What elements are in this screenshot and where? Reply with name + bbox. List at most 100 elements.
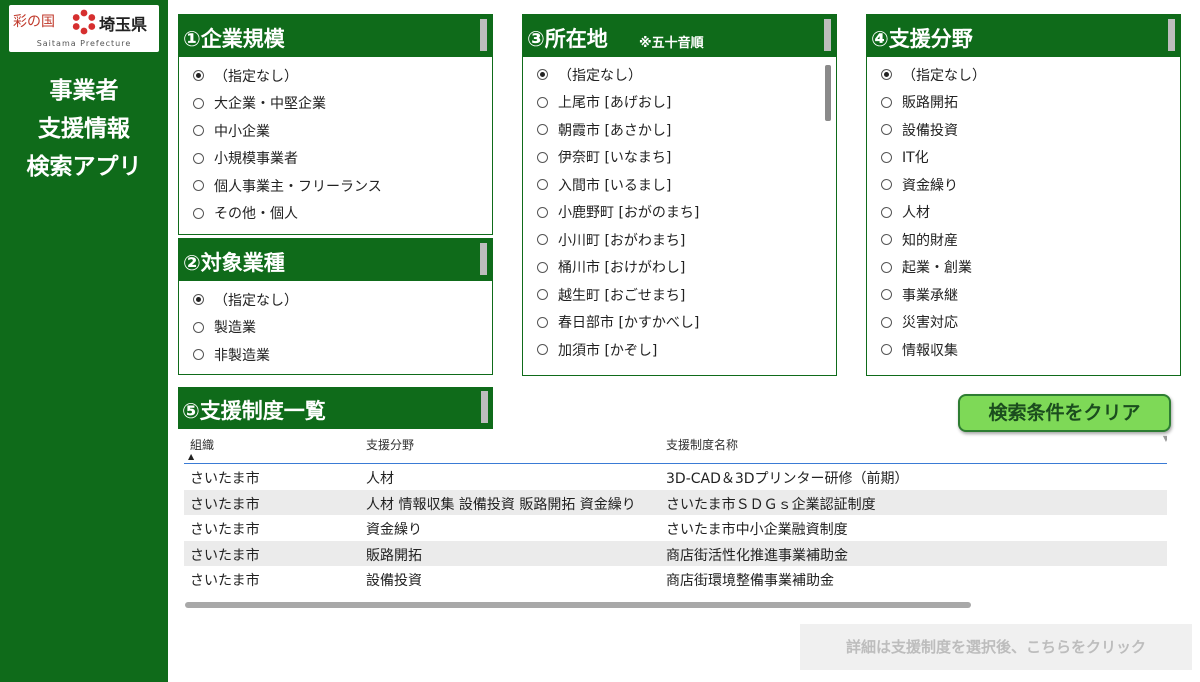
option-item[interactable]: 伊奈町 [いなまち] xyxy=(523,144,836,172)
radio-button[interactable] xyxy=(193,125,204,137)
table-row[interactable]: さいたま市 設備投資 商店街環境整備事業補助金 xyxy=(184,566,1167,592)
view-details-button[interactable]: 詳細は支援制度を選択後、こちらをクリック xyxy=(800,624,1192,670)
option-item[interactable]: 事業承継 xyxy=(867,281,1180,309)
cell-support-field: 人材 情報収集 設備投資 販路開拓 資金繰り xyxy=(366,496,636,513)
radio-button[interactable] xyxy=(537,344,548,356)
option-item[interactable]: 災害対応 xyxy=(867,309,1180,337)
radio-button[interactable] xyxy=(881,316,892,328)
sort-note: ※五十音順 xyxy=(639,36,704,51)
column-header-support-field[interactable]: 支援分野 xyxy=(366,436,414,453)
option-label: IT化 xyxy=(902,150,929,167)
option-item[interactable]: 非製造業 xyxy=(179,341,492,369)
radio-button[interactable] xyxy=(537,124,548,136)
radio-button[interactable] xyxy=(193,70,204,82)
option-item[interactable]: 朝霞市 [あさかし] xyxy=(523,116,836,144)
option-label: 知的財産 xyxy=(902,232,958,249)
option-item[interactable]: 人材 xyxy=(867,199,1180,227)
cell-program-name: さいたま市ＳＤＧｓ企業認証制度 xyxy=(666,496,876,513)
option-item[interactable]: 小規模事業者 xyxy=(179,145,492,173)
option-item[interactable]: 小鹿野町 [おがのまち] xyxy=(523,199,836,227)
table-row[interactable]: さいたま市 人材 3D-CAD＆3Dプリンター研修（前期） xyxy=(184,464,1167,490)
column-header-organization[interactable]: 組織 xyxy=(190,436,214,453)
option-item[interactable]: 個人事業主・フリーランス xyxy=(179,172,492,200)
radio-button[interactable] xyxy=(881,206,892,218)
radio-button[interactable] xyxy=(537,69,548,81)
panel-title: ①企業規模 xyxy=(183,27,285,51)
option-item[interactable]: 設備投資 xyxy=(867,116,1180,144)
radio-button[interactable] xyxy=(193,97,204,109)
radio-button[interactable] xyxy=(537,316,548,328)
option-label: 伊奈町 [いなまち] xyxy=(558,150,672,167)
radio-button[interactable] xyxy=(193,294,204,306)
radio-button[interactable] xyxy=(881,344,892,356)
radio-button[interactable] xyxy=(537,179,548,191)
radio-button[interactable] xyxy=(881,289,892,301)
table-row[interactable]: さいたま市 販路開拓 商店街活性化推進事業補助金 xyxy=(184,540,1167,567)
option-label: （指定なし） xyxy=(214,68,298,85)
option-item[interactable]: 知的財産 xyxy=(867,226,1180,254)
radio-button[interactable] xyxy=(537,96,548,108)
radio-button[interactable] xyxy=(537,261,548,273)
radio-button[interactable] xyxy=(881,151,892,163)
cell-support-field: 設備投資 xyxy=(366,573,422,590)
radio-button[interactable] xyxy=(881,69,892,81)
radio-button[interactable] xyxy=(193,349,204,361)
sidebar: 彩の国 埼玉県 Saitama Prefecture 事業者 支援情報 検索アプ… xyxy=(0,0,168,682)
radio-button[interactable] xyxy=(193,321,204,333)
column-menu-icon[interactable]: ▼ xyxy=(1163,434,1167,443)
column-header-program-name[interactable]: 支援制度名称 xyxy=(666,436,738,453)
option-item[interactable]: 販路開拓 xyxy=(867,89,1180,117)
option-item[interactable]: 上尾市 [あげおし] xyxy=(523,89,836,117)
table-row[interactable]: さいたま市 人材 情報収集 設備投資 販路開拓 資金繰り さいたま市ＳＤＧｓ企業認証… xyxy=(184,489,1167,516)
option-item[interactable]: 起業・創業 xyxy=(867,254,1180,282)
option-item[interactable]: 越生町 [おごせまち] xyxy=(523,281,836,309)
option-label: 起業・創業 xyxy=(902,260,972,277)
radio-button[interactable] xyxy=(537,151,548,163)
option-item[interactable]: IT化 xyxy=(867,144,1180,172)
option-list: （指定なし） 大企業・中堅企業中小企業 小規模事業者個人事業主・フリーランスその他・… xyxy=(179,57,492,234)
option-item[interactable]: 加須市 [かぞし] xyxy=(523,336,836,364)
cell-support-field: 販路開拓 xyxy=(366,547,422,564)
radio-button[interactable] xyxy=(193,152,204,164)
option-item[interactable]: 資金繰り xyxy=(867,171,1180,199)
option-item[interactable]: 入間市 [いるまし] xyxy=(523,171,836,199)
option-item[interactable]: 小川町 [おがわまち] xyxy=(523,226,836,254)
clear-search-button[interactable]: 検索条件をクリア xyxy=(958,394,1171,432)
option-label: 大企業・中堅企業 xyxy=(214,96,326,113)
radio-button[interactable] xyxy=(881,96,892,108)
option-item[interactable]: 中小企業 xyxy=(179,117,492,145)
option-item[interactable]: （指定なし） xyxy=(523,61,836,89)
cell-support-field: 資金繰り xyxy=(366,522,422,539)
option-item[interactable]: 桶川市 [おけがわし] xyxy=(523,254,836,282)
radio-button[interactable] xyxy=(537,206,548,218)
option-item[interactable]: 春日部市 [かすかべし] xyxy=(523,309,836,337)
location-scrollbar[interactable] xyxy=(825,65,831,121)
radio-button[interactable] xyxy=(193,180,204,192)
app-title-line: 事業者 xyxy=(49,78,119,104)
radio-button[interactable] xyxy=(881,179,892,191)
radio-button[interactable] xyxy=(193,207,204,219)
option-item[interactable]: 製造業 xyxy=(179,314,492,342)
option-label: 人材 xyxy=(902,205,930,222)
radio-button[interactable] xyxy=(537,234,548,246)
radio-button[interactable] xyxy=(537,289,548,301)
app-title-line: 検索アプリ xyxy=(26,154,142,180)
option-item[interactable]: （指定なし） xyxy=(867,61,1180,89)
option-item[interactable]: 情報収集 xyxy=(867,336,1180,364)
sort-ascending-icon[interactable]: ▲ xyxy=(188,452,194,461)
table-body: さいたま市 人材 3D-CAD＆3Dプリンター研修（前期） さいたま市 人材 情報収集 … xyxy=(184,464,1167,592)
option-item[interactable]: 大企業・中堅企業 xyxy=(179,90,492,118)
radio-button[interactable] xyxy=(881,261,892,273)
option-label: 個人事業主・フリーランス xyxy=(214,178,382,195)
option-item[interactable]: その他・個人 xyxy=(179,200,492,228)
option-item[interactable]: （指定なし） xyxy=(179,286,492,314)
program-list-header: ⑤支援制度一覧 xyxy=(178,387,493,429)
table-horizontal-scrollbar[interactable] xyxy=(185,602,971,608)
table-row[interactable]: さいたま市 資金繰り さいたま市中小企業融資制度 xyxy=(184,515,1167,541)
option-item[interactable]: （指定なし） xyxy=(179,62,492,90)
radio-button[interactable] xyxy=(881,234,892,246)
radio-button[interactable] xyxy=(881,124,892,136)
logo-prefecture-text: 埼玉県 xyxy=(99,15,148,34)
header-accent xyxy=(480,243,487,275)
cell-support-field: 人材 xyxy=(366,471,394,487)
